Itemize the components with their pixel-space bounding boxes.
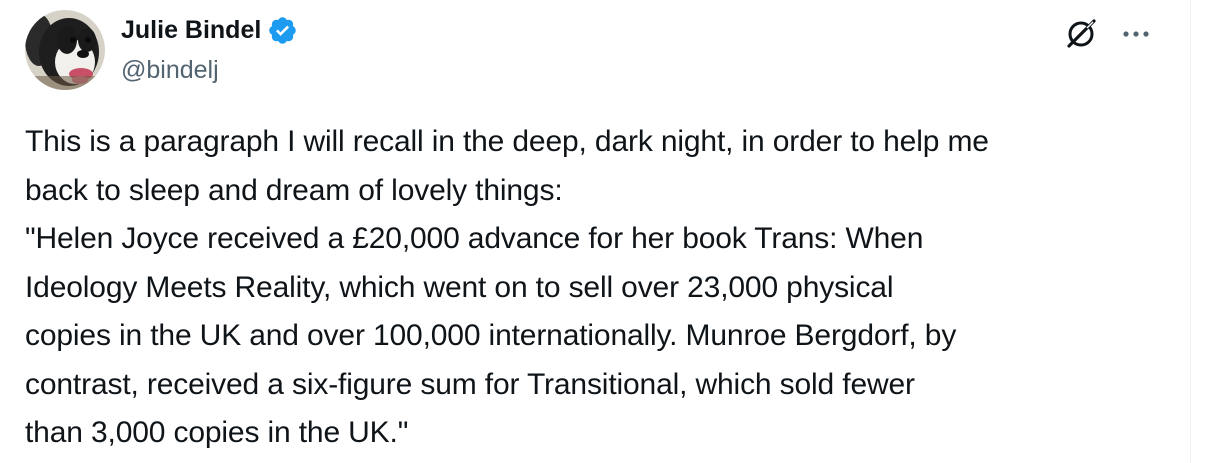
- tweet-text-line: contrast, received a six-figure sum for …: [25, 367, 915, 401]
- avatar-image: [25, 10, 105, 90]
- column-divider: [1190, 0, 1191, 463]
- tweet-text-line: Ideology Meets Reality, which went on to…: [25, 270, 894, 304]
- verified-badge-icon[interactable]: [267, 15, 298, 46]
- author-name-row: Julie Bindel: [121, 14, 298, 46]
- grok-icon[interactable]: [1063, 16, 1099, 52]
- tweet-text-line: than 3,000 copies in the UK.": [25, 416, 409, 449]
- tweet-card: Julie Bindel @bindelj This is a paragrap…: [0, 0, 1190, 463]
- tweet-text-line: copies in the UK and over 100,000 intern…: [25, 319, 957, 352]
- tweet-text-line: This is a paragraph I will recall in the…: [25, 125, 989, 158]
- tweet-text-line: "Helen Joyce received a £20,000 advance …: [25, 222, 924, 255]
- author-display-name[interactable]: Julie Bindel: [121, 14, 261, 46]
- dog-avatar-icon[interactable]: [25, 10, 105, 90]
- more-options-icon[interactable]: [1116, 16, 1156, 52]
- tweet-text: This is a paragraph I will recall in the…: [25, 118, 1175, 458]
- author-handle[interactable]: @bindelj: [121, 54, 219, 86]
- tweet-text-line: back to sleep and dream of lovely things…: [25, 173, 563, 207]
